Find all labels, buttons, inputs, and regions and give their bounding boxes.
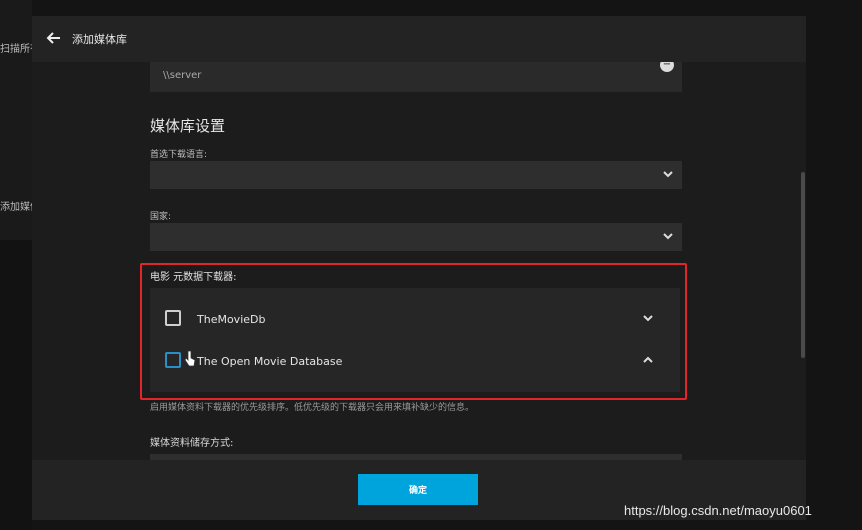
language-select[interactable] <box>150 161 682 189</box>
annotation-highlight-box <box>140 263 687 400</box>
country-select[interactable] <box>150 223 682 251</box>
downloaders-help-text: 启用媒体资料下载器的优先级排序。低优先级的下载器只会用来填补缺少的信息。 <box>150 403 475 413</box>
chevron-down-icon <box>660 228 676 244</box>
language-label: 首选下载语言: <box>150 150 208 160</box>
ok-button[interactable]: 确定 <box>358 474 478 505</box>
chevron-down-icon <box>660 166 676 182</box>
dialog-content: \\server − 媒体库设置 首选下载语言: 国家: 电影 元数据下载器: … <box>32 62 806 460</box>
library-settings-title: 媒体库设置 <box>150 117 226 135</box>
background-page: 扫描所有 添加媒体 <box>0 0 40 530</box>
folder-path-text: \\server <box>163 70 202 81</box>
folder-path-item: \\server − <box>150 62 682 92</box>
minus-circle-icon[interactable]: − <box>660 62 674 72</box>
watermark-text: https://blog.csdn.net/maoyu0601 <box>624 503 812 518</box>
arrow-left-icon[interactable] <box>44 28 64 48</box>
metadata-storage-label: 媒体资料储存方式: <box>150 438 234 449</box>
country-label: 国家: <box>150 212 172 222</box>
dialog-title: 添加媒体库 <box>72 33 127 46</box>
dialog-header: 添加媒体库 <box>32 16 806 62</box>
scrollbar[interactable] <box>801 172 805 358</box>
